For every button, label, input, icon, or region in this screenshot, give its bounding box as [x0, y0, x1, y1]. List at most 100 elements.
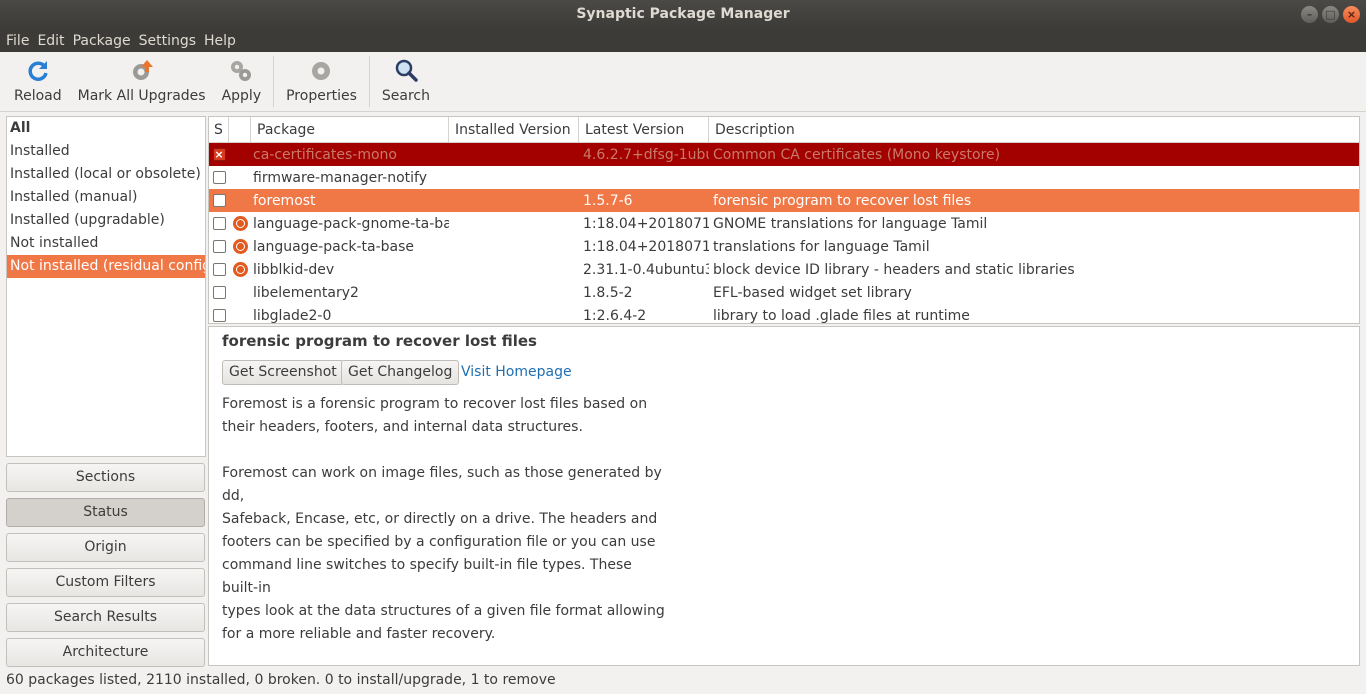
description-line: Foremost is a forensic program to recove…: [222, 396, 648, 412]
package-name: libelementary2: [253, 284, 359, 301]
latest-version: 1.5.7-6: [583, 192, 633, 209]
table-row[interactable]: libglade2-0 1:2.6.4-2 library to load .g…: [209, 304, 1359, 324]
filter-installed-manual[interactable]: Installed (manual): [7, 186, 205, 209]
table-header: S Package Installed Version Latest Versi…: [209, 117, 1359, 143]
menu-bar: File Edit Package Settings Help: [0, 29, 1366, 52]
description-line: their headers, footers, and internal dat…: [222, 419, 583, 435]
description: GNOME translations for language Tamil: [713, 215, 988, 232]
column-latest-version[interactable]: Latest Version: [579, 117, 709, 143]
search-icon: [395, 59, 418, 82]
origin-button[interactable]: Origin: [6, 533, 205, 562]
description-line: for a more reliable and faster recovery.: [222, 626, 496, 642]
checkbox[interactable]: [212, 263, 226, 276]
latest-version: 2.31.1-0.4ubuntu3.5: [583, 261, 709, 278]
ubuntu-supported-icon: [232, 239, 248, 254]
mark-all-upgrades-label: Mark All Upgrades: [77, 88, 206, 104]
apply-button[interactable]: Apply: [221, 52, 262, 111]
package-name: libblkid-dev: [253, 261, 335, 278]
column-installed-version[interactable]: Installed Version: [449, 117, 579, 143]
filter-list: All Installed Installed (local or obsole…: [6, 116, 206, 457]
window-title: Synaptic Package Manager: [576, 6, 790, 22]
toolbar-separator: [273, 56, 275, 107]
status-bar: 60 packages listed, 2110 installed, 0 br…: [6, 672, 556, 688]
checkbox[interactable]: [212, 286, 226, 299]
column-package[interactable]: Package: [251, 117, 449, 143]
menu-help[interactable]: Help: [204, 33, 242, 49]
reload-icon: [28, 61, 48, 81]
upgrade-gear-icon: [132, 60, 153, 80]
mark-all-upgrades-button[interactable]: Mark All Upgrades: [78, 52, 206, 111]
menu-edit[interactable]: Edit: [37, 33, 70, 49]
filter-not-installed[interactable]: Not installed: [7, 232, 205, 255]
checkbox[interactable]: [212, 309, 226, 322]
filter-all[interactable]: All: [7, 117, 205, 140]
package-table: S Package Installed Version Latest Versi…: [208, 116, 1360, 324]
description: block device ID library - headers and st…: [713, 261, 1075, 278]
filter-not-installed-residual-config[interactable]: Not installed (residual config): [7, 255, 205, 278]
package-name: libglade2-0: [253, 307, 332, 324]
search-results-button[interactable]: Search Results: [6, 603, 205, 632]
description-line: footers can be specified by a configurat…: [222, 534, 656, 550]
get-changelog-button[interactable]: Get Changelog: [341, 360, 460, 385]
description: forensic program to recover lost files: [713, 192, 972, 209]
description-line: Safeback, Encase, etc, or directly on a …: [222, 511, 658, 527]
description: EFL-based widget set library: [713, 284, 912, 301]
properties-label: Properties: [286, 88, 357, 104]
apply-gears-icon: [231, 61, 252, 81]
remove-mark-icon[interactable]: ×: [212, 148, 226, 161]
table-row[interactable]: × ca-certificates-mono 4.6.2.7+dfsg-1ubu…: [209, 143, 1359, 166]
checkbox[interactable]: [212, 217, 226, 230]
description-paragraph-1: Foremost is a forensic program to recove…: [222, 393, 672, 439]
menu-settings[interactable]: Settings: [139, 33, 202, 49]
table-row[interactable]: foremost 1.5.7-6 forensic program to rec…: [209, 189, 1359, 212]
latest-version: 1:18.04+20180712: [583, 215, 709, 232]
toolbar: Reload Mark All Upgrades Apply Propertie…: [0, 52, 1366, 112]
properties-button[interactable]: Properties: [286, 52, 357, 111]
package-details: forensic program to recover lost files G…: [208, 326, 1360, 666]
status-button[interactable]: Status: [6, 498, 205, 527]
filter-installed-upgradable[interactable]: Installed (upgradable): [7, 209, 205, 232]
description-line: Foremost can work on image files, such a…: [222, 465, 662, 504]
checkbox[interactable]: [212, 240, 226, 253]
table-row[interactable]: language-pack-ta-base 1:18.04+20180712 t…: [209, 235, 1359, 258]
table-row[interactable]: firmware-manager-notify: [209, 166, 1359, 189]
package-name: foremost: [253, 192, 316, 209]
get-screenshot-button[interactable]: Get Screenshot: [222, 360, 344, 385]
filter-installed-local-or-obsolete[interactable]: Installed (local or obsolete): [7, 163, 205, 186]
description: Common CA certificates (Mono keystore): [713, 146, 1001, 163]
search-button[interactable]: Search: [382, 52, 430, 111]
column-status[interactable]: S: [209, 117, 229, 143]
menu-file[interactable]: File: [6, 33, 35, 49]
minimize-icon[interactable]: –: [1301, 6, 1318, 23]
ubuntu-supported-icon: [232, 262, 248, 277]
latest-version: 1:18.04+20180712: [583, 238, 709, 255]
close-icon[interactable]: ×: [1343, 6, 1360, 23]
sections-button[interactable]: Sections: [6, 463, 205, 492]
latest-version: 1.8.5-2: [583, 284, 633, 301]
visit-homepage-link[interactable]: Visit Homepage: [461, 364, 572, 380]
checkbox[interactable]: [212, 171, 226, 184]
toolbar-separator: [368, 56, 370, 107]
column-icon[interactable]: [229, 117, 251, 143]
apply-label: Apply: [221, 88, 262, 104]
checkbox[interactable]: [212, 194, 226, 207]
properties-gear-icon: [312, 62, 331, 80]
package-name: firmware-manager-notify: [253, 169, 427, 186]
package-name: language-pack-gnome-ta-base: [253, 215, 449, 232]
description: library to load .glade files at runtime: [713, 307, 970, 324]
column-description[interactable]: Description: [709, 117, 1359, 143]
custom-filters-button[interactable]: Custom Filters: [6, 568, 205, 597]
ubuntu-supported-icon: [232, 216, 248, 231]
table-row[interactable]: libblkid-dev 2.31.1-0.4ubuntu3.5 block d…: [209, 258, 1359, 281]
details-title: forensic program to recover lost files: [222, 332, 537, 350]
architecture-button[interactable]: Architecture: [6, 638, 205, 667]
table-row[interactable]: libelementary2 1.8.5-2 EFL-based widget …: [209, 281, 1359, 304]
search-label: Search: [381, 88, 430, 104]
menu-package[interactable]: Package: [73, 33, 137, 49]
reload-label: Reload: [14, 88, 62, 104]
maximize-icon[interactable]: □: [1322, 6, 1339, 23]
table-row[interactable]: language-pack-gnome-ta-base 1:18.04+2018…: [209, 212, 1359, 235]
title-bar: Synaptic Package Manager – □ ×: [0, 0, 1366, 29]
filter-installed[interactable]: Installed: [7, 140, 205, 163]
reload-button[interactable]: Reload: [14, 52, 62, 111]
